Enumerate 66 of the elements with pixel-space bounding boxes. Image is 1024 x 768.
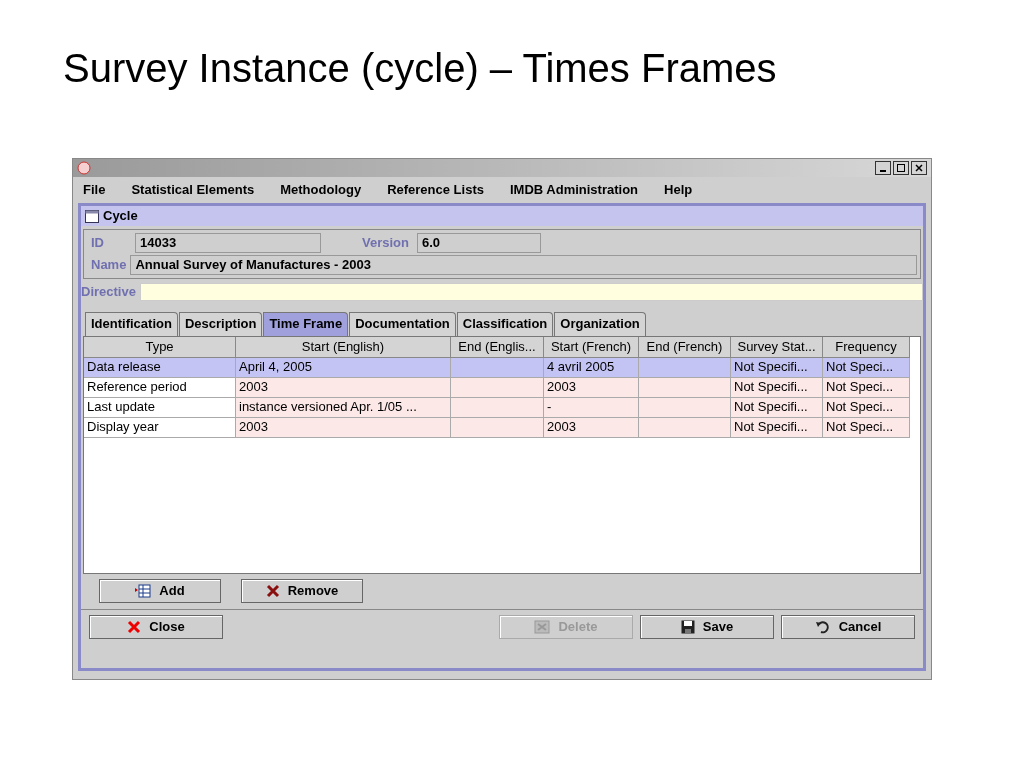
menu-item[interactable]: File (83, 180, 106, 200)
maximize-icon (897, 164, 905, 172)
table-add-icon (135, 583, 152, 598)
tab[interactable]: Organization (554, 311, 646, 336)
table-cell: 2003 (544, 417, 639, 438)
tab[interactable]: Identification (85, 311, 178, 336)
tab[interactable]: Documentation (349, 311, 456, 336)
frame-title: Cycle (103, 207, 138, 226)
add-button[interactable]: Add (99, 578, 221, 603)
table-cell: Data release (84, 357, 236, 378)
tab[interactable]: Description (178, 311, 263, 336)
column-header[interactable]: Start (French) (544, 336, 639, 358)
field-label: Directive (81, 283, 136, 301)
delete-icon (534, 619, 551, 634)
id-field[interactable]: 14033 (135, 233, 321, 253)
column-header[interactable]: Type (84, 336, 236, 358)
field-label: ID (90, 234, 105, 253)
table-cell: Display year (84, 417, 236, 438)
cancel-button[interactable]: Cancel (781, 614, 915, 639)
table-cell: Not Speci... (823, 377, 910, 398)
close-window-button[interactable] (911, 161, 927, 175)
table-cell: Last update (84, 397, 236, 418)
version-field[interactable]: 6.0 (417, 233, 541, 253)
table-cell: - (544, 397, 639, 418)
column-header[interactable]: Survey Stat... (731, 336, 823, 358)
field-label: Version (361, 234, 409, 253)
close-button[interactable]: Close (89, 614, 223, 639)
remove-button[interactable]: Remove (241, 578, 363, 603)
column-header[interactable]: Start (English) (236, 336, 451, 358)
menu-item[interactable]: IMDB Administration (509, 180, 639, 200)
table-cell: Reference period (84, 377, 236, 398)
app-logo-icon (77, 161, 91, 175)
table-cell: April 4, 2005 (236, 357, 451, 378)
close-icon (127, 619, 142, 634)
table-cell: Not Specifi... (731, 397, 823, 418)
table-cell: Not Speci... (823, 357, 910, 378)
table-cell: Not Speci... (823, 397, 910, 418)
close-icon (915, 164, 923, 172)
table-cell: 2003 (236, 377, 451, 398)
field-label: Name (90, 256, 127, 275)
directive-field[interactable] (139, 282, 923, 301)
menu-item[interactable]: Methodology (280, 180, 362, 200)
table-cell: Not Specifi... (731, 417, 823, 438)
tab[interactable]: Classification (456, 311, 554, 336)
undo-arrow-icon (814, 619, 831, 634)
table-cell: Not Speci... (823, 417, 910, 438)
table-cell: 2003 (236, 417, 451, 438)
column-header[interactable]: End (Englis... (451, 336, 544, 358)
save-button[interactable]: Save (640, 614, 774, 639)
table-cell: Not Specifi... (731, 377, 823, 398)
slide-title: Survey Instance (cycle) – Times Frames (63, 45, 777, 92)
table-cell: 4 avril 2005 (544, 357, 639, 378)
column-header[interactable]: Frequency (823, 336, 910, 358)
menu-item[interactable]: Help (664, 180, 693, 200)
name-field[interactable]: Annual Survey of Manufactures - 2003 (130, 255, 917, 275)
tab[interactable]: Time Frame (263, 311, 349, 336)
menu-item[interactable]: Reference Lists (387, 180, 484, 200)
close-icon (265, 583, 280, 598)
maximize-window-button[interactable] (893, 161, 909, 175)
menu-item[interactable]: Statistical Elements (131, 180, 255, 200)
table-cell: instance versioned Apr. 1/05 ... (236, 397, 451, 418)
minimize-window-button[interactable] (875, 161, 891, 175)
table-cell: Not Specifi... (731, 357, 823, 378)
window-icon (85, 209, 99, 223)
table-cell: 2003 (544, 377, 639, 398)
column-header[interactable]: End (French) (639, 336, 731, 358)
